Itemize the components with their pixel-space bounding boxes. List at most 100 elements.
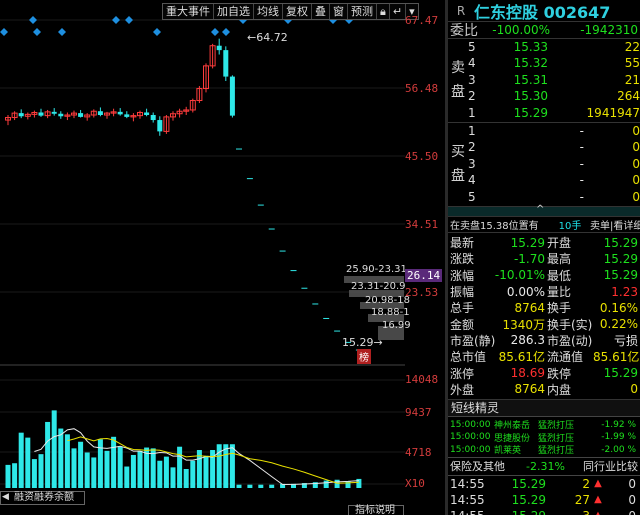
volume-bar: [18, 432, 24, 488]
tick-volume: 27: [574, 492, 590, 507]
candle-body: [51, 111, 57, 114]
sector-name[interactable]: 保险及其他: [448, 458, 526, 474]
quote-value: 1.23: [611, 284, 638, 299]
sell-detail-link[interactable]: 卖单|看详细: [590, 217, 640, 232]
volume-bar: [130, 454, 136, 488]
quote-value: 8764: [514, 300, 545, 315]
sell-volume: 264: [617, 89, 640, 104]
indicator-help-tab[interactable]: 指标说明: [348, 505, 404, 515]
elves-row[interactable]: 15:00:00 思捷股份 猛烈打压 -1.99 %: [448, 431, 640, 444]
elves-time: 15:00:00: [450, 444, 491, 455]
volume-bar: [91, 457, 97, 488]
sell-row[interactable]: 4 15.32 55: [466, 55, 640, 72]
high-price-label: ←64.72: [247, 31, 288, 44]
quote-label: 跌停: [547, 366, 572, 381]
overlay-button[interactable]: 叠: [312, 4, 330, 19]
buy-price: -: [579, 123, 584, 138]
elves-row[interactable]: 15:00:00 凯莱英 猛烈打压 -2.00 %: [448, 443, 640, 457]
candle-body: [124, 114, 130, 117]
quote-value: 8764: [514, 382, 545, 397]
lock-icon[interactable]: 🔒︎: [377, 4, 390, 19]
event-diamond-icon: [153, 28, 161, 36]
quote-value: 0.16%: [599, 300, 638, 315]
sell-volume: 1941947: [586, 105, 640, 120]
add-watchlist-button[interactable]: 加自选: [214, 4, 254, 19]
weibi-diff: -1942310: [580, 22, 638, 37]
sell-price: 15.29: [513, 105, 548, 120]
sell-row[interactable]: 3 15.31 21: [466, 72, 640, 89]
candle-body: [117, 111, 123, 115]
volume-bar: [12, 463, 18, 488]
volume-bar: [323, 480, 329, 488]
quote-label: 涨幅: [450, 268, 475, 283]
volume-bar: [190, 460, 196, 488]
adjust-button[interactable]: 复权: [283, 4, 312, 19]
candle-body: [229, 76, 235, 116]
grid-lines: [0, 19, 405, 485]
elves-time: 15:00:00: [450, 432, 491, 443]
quote-row: 金额 1340万 换手(实) 0.22%: [448, 316, 640, 332]
quote-value: 85.61亿: [498, 350, 545, 365]
sell-row[interactable]: 2 15.30 264: [466, 88, 640, 105]
sell-volume: 21: [624, 72, 640, 87]
chip-level-2: 23.31-20.9: [351, 281, 406, 292]
collapse-toggle[interactable]: ^: [448, 204, 640, 217]
tick-extra: 0: [628, 476, 636, 491]
quote-row: 市盈(静) 286.3 市盈(动) 亏损: [448, 332, 640, 348]
elves-pct: -1.99 %: [601, 432, 636, 443]
volume-bar: [117, 446, 123, 488]
buy-row[interactable]: 2 - 0: [466, 139, 640, 156]
tick-row: 14:55 15.29 27 ▲ 0: [448, 492, 640, 508]
quote-value: 15.29: [510, 235, 545, 250]
margin-balance-tab[interactable]: 融资融券余额: [0, 491, 85, 505]
quote-row: 总手 8764 换手 0.16%: [448, 300, 640, 316]
event-diamond-icon: [58, 28, 66, 36]
industry-compare-link[interactable]: 同行业比较: [574, 458, 638, 474]
candle-body: [216, 45, 222, 51]
sell-row[interactable]: 5 15.33 22: [466, 39, 640, 56]
sell-volume: 22: [624, 39, 640, 54]
forecast-button[interactable]: 预测: [348, 4, 377, 19]
ranking-badge[interactable]: 榜: [357, 349, 371, 364]
volume-bar: [247, 484, 253, 488]
r-marker: R: [456, 3, 466, 18]
buy-row[interactable]: 1 - 0: [466, 123, 640, 140]
elves-pct: -1.92 %: [601, 419, 636, 430]
buy-label-2: 盘: [451, 167, 465, 184]
buy-row[interactable]: 5 - 0: [466, 189, 640, 206]
moving-average-button[interactable]: 均线: [254, 4, 283, 19]
volume-bar: [104, 450, 110, 488]
back-icon[interactable]: ↵: [390, 4, 407, 19]
quote-label: 量比: [547, 285, 572, 300]
quote-value: 0.22%: [599, 317, 638, 332]
volume-bar: [183, 469, 189, 488]
buy-row[interactable]: 4 - 0: [466, 172, 640, 189]
quote-label: 涨跌: [450, 252, 475, 267]
candle-body: [223, 50, 229, 77]
stock-name[interactable]: 仁东控股 002647: [474, 0, 610, 23]
sell-row[interactable]: 1 15.29 1941947: [466, 105, 640, 122]
sell-book: 卖 盘 5 15.33 22 4 15.32 55 3 15.31 21 2 15.30 264 1 15…: [448, 39, 640, 123]
price-axis: [405, 0, 445, 515]
candlestick-chart[interactable]: [0, 0, 405, 515]
sell-level: 4: [468, 56, 476, 71]
event-diamond-icon: [29, 16, 37, 24]
event-diamond-icon: [211, 28, 219, 36]
volume-bar: [223, 444, 229, 488]
major-events-button[interactable]: 重大事件: [163, 4, 214, 19]
short-term-elves-title[interactable]: 短线精灵: [448, 400, 640, 418]
volume-bar: [236, 484, 242, 488]
volume-bar: [51, 410, 57, 488]
buy-row[interactable]: 3 - 0: [466, 156, 640, 173]
volume-bar: [71, 448, 77, 488]
candle-body: [78, 113, 84, 117]
sell-price: 15.30: [513, 89, 548, 104]
volume-bar: [124, 466, 130, 488]
elves-row[interactable]: 15:00:00 神州泰岳 猛烈打压 -1.92 %: [448, 418, 640, 432]
elves-pct: -2.00 %: [601, 444, 636, 455]
tick-time: 14:55: [450, 476, 485, 491]
window-button[interactable]: 窗: [330, 4, 348, 19]
quote-row: 涨停 18.69 跌停 15.29: [448, 365, 640, 381]
tick-list: 14:5515.292▲014:5515.2927▲014:5515.293▲0…: [448, 476, 640, 515]
quote-row: 涨幅 -10.01% 最低 15.29: [448, 267, 640, 283]
